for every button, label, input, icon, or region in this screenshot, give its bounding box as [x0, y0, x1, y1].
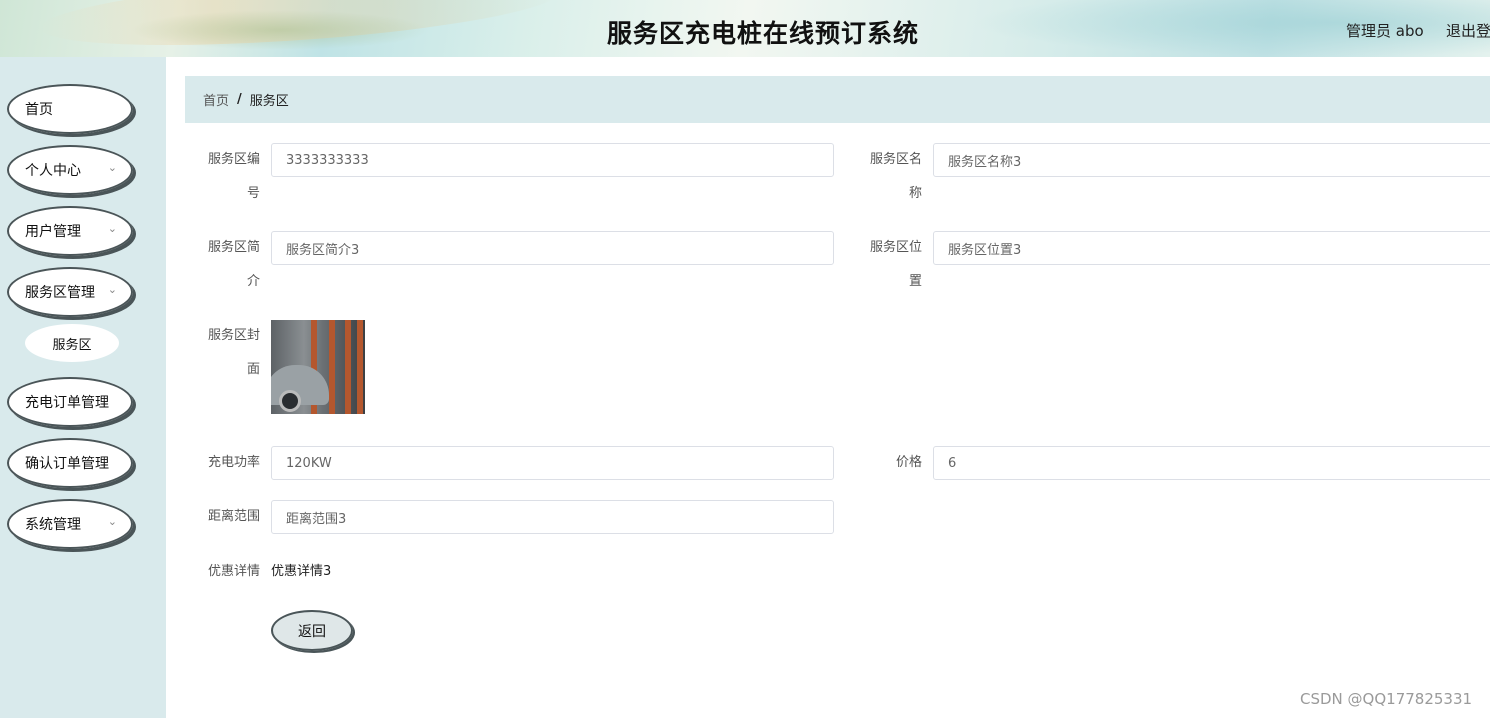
sidebar-item-user-management[interactable]: 用户管理 ⌄	[7, 206, 133, 256]
app-title: 服务区充电桩在线预订系统	[606, 19, 919, 48]
sidebar-item-service-area-management[interactable]: 服务区管理 ⌄	[7, 267, 133, 317]
service-area-intro-input[interactable]: 服务区简介3	[271, 231, 834, 265]
breadcrumb-home[interactable]: 首页	[203, 90, 229, 109]
sidebar-item-label: 用户管理	[25, 224, 81, 240]
sidebar-item-label: 服务区管理	[25, 285, 95, 301]
watermark: CSDN @QQ177825331	[1300, 690, 1473, 708]
top-header: 服务区充电桩在线预订系统 管理员 abo 退出登	[0, 0, 1490, 57]
service-area-intro-label: 服务区简 介	[207, 240, 260, 289]
sidebar: 首页 个人中心 ⌄ 用户管理 ⌄ 服务区管理 ⌄ 服务区 充电订单管理 确认订单…	[0, 57, 166, 718]
sidebar-item-confirm-orders[interactable]: 确认订单管理	[7, 438, 133, 488]
sidebar-subitem-service-area[interactable]: 服务区	[25, 324, 119, 362]
sidebar-item-charging-orders[interactable]: 充电订单管理	[7, 377, 133, 427]
distance-range-label: 距离范围	[207, 509, 260, 524]
back-button[interactable]: 返回	[271, 610, 353, 651]
breadcrumb-current: 服务区	[249, 94, 289, 109]
price-input[interactable]: 6	[933, 446, 1490, 480]
sidebar-item-label: 充电订单管理	[25, 395, 109, 411]
current-user: 管理员 abo	[1346, 22, 1424, 40]
distance-range-input[interactable]: 距离范围3	[271, 500, 834, 534]
sidebar-item-label: 确认订单管理	[25, 456, 109, 472]
charging-power-input[interactable]: 120KW	[271, 446, 834, 480]
sidebar-item-home[interactable]: 首页	[7, 84, 133, 134]
chevron-down-icon: ⌄	[107, 515, 117, 528]
breadcrumb-separator: /	[237, 92, 242, 107]
sidebar-item-label: 系统管理	[25, 517, 81, 533]
discount-details-label: 优惠详情	[207, 564, 260, 579]
sidebar-item-label: 个人中心	[25, 163, 81, 179]
car-wheel	[279, 390, 301, 412]
price-label: 价格	[895, 455, 922, 470]
chevron-down-icon: ⌄	[107, 161, 117, 174]
discount-details-value: 优惠详情3	[271, 564, 332, 579]
sidebar-item-label: 首页	[25, 102, 53, 118]
chevron-down-icon: ⌄	[107, 283, 117, 296]
charging-power-label: 充电功率	[207, 455, 260, 470]
sidebar-item-personal-center[interactable]: 个人中心 ⌄	[7, 145, 133, 195]
service-area-name-label: 服务区名 称	[869, 152, 922, 201]
service-area-location-label: 服务区位 置	[869, 240, 922, 289]
service-area-code-label: 服务区编 号	[207, 152, 260, 201]
service-area-cover-image	[271, 320, 365, 414]
breadcrumb: 首页 / 服务区	[185, 76, 1490, 123]
service-area-cover-label: 服务区封 面	[207, 328, 260, 377]
sidebar-item-label: 服务区	[52, 337, 92, 353]
sidebar-item-system-management[interactable]: 系统管理 ⌄	[7, 499, 133, 549]
service-area-location-input[interactable]: 服务区位置3	[933, 231, 1490, 265]
chevron-down-icon: ⌄	[107, 222, 117, 235]
logout-link[interactable]: 退出登	[1446, 20, 1490, 41]
service-area-code-input[interactable]: 3333333333	[271, 143, 834, 177]
service-area-name-input[interactable]: 服务区名称3	[933, 143, 1490, 177]
